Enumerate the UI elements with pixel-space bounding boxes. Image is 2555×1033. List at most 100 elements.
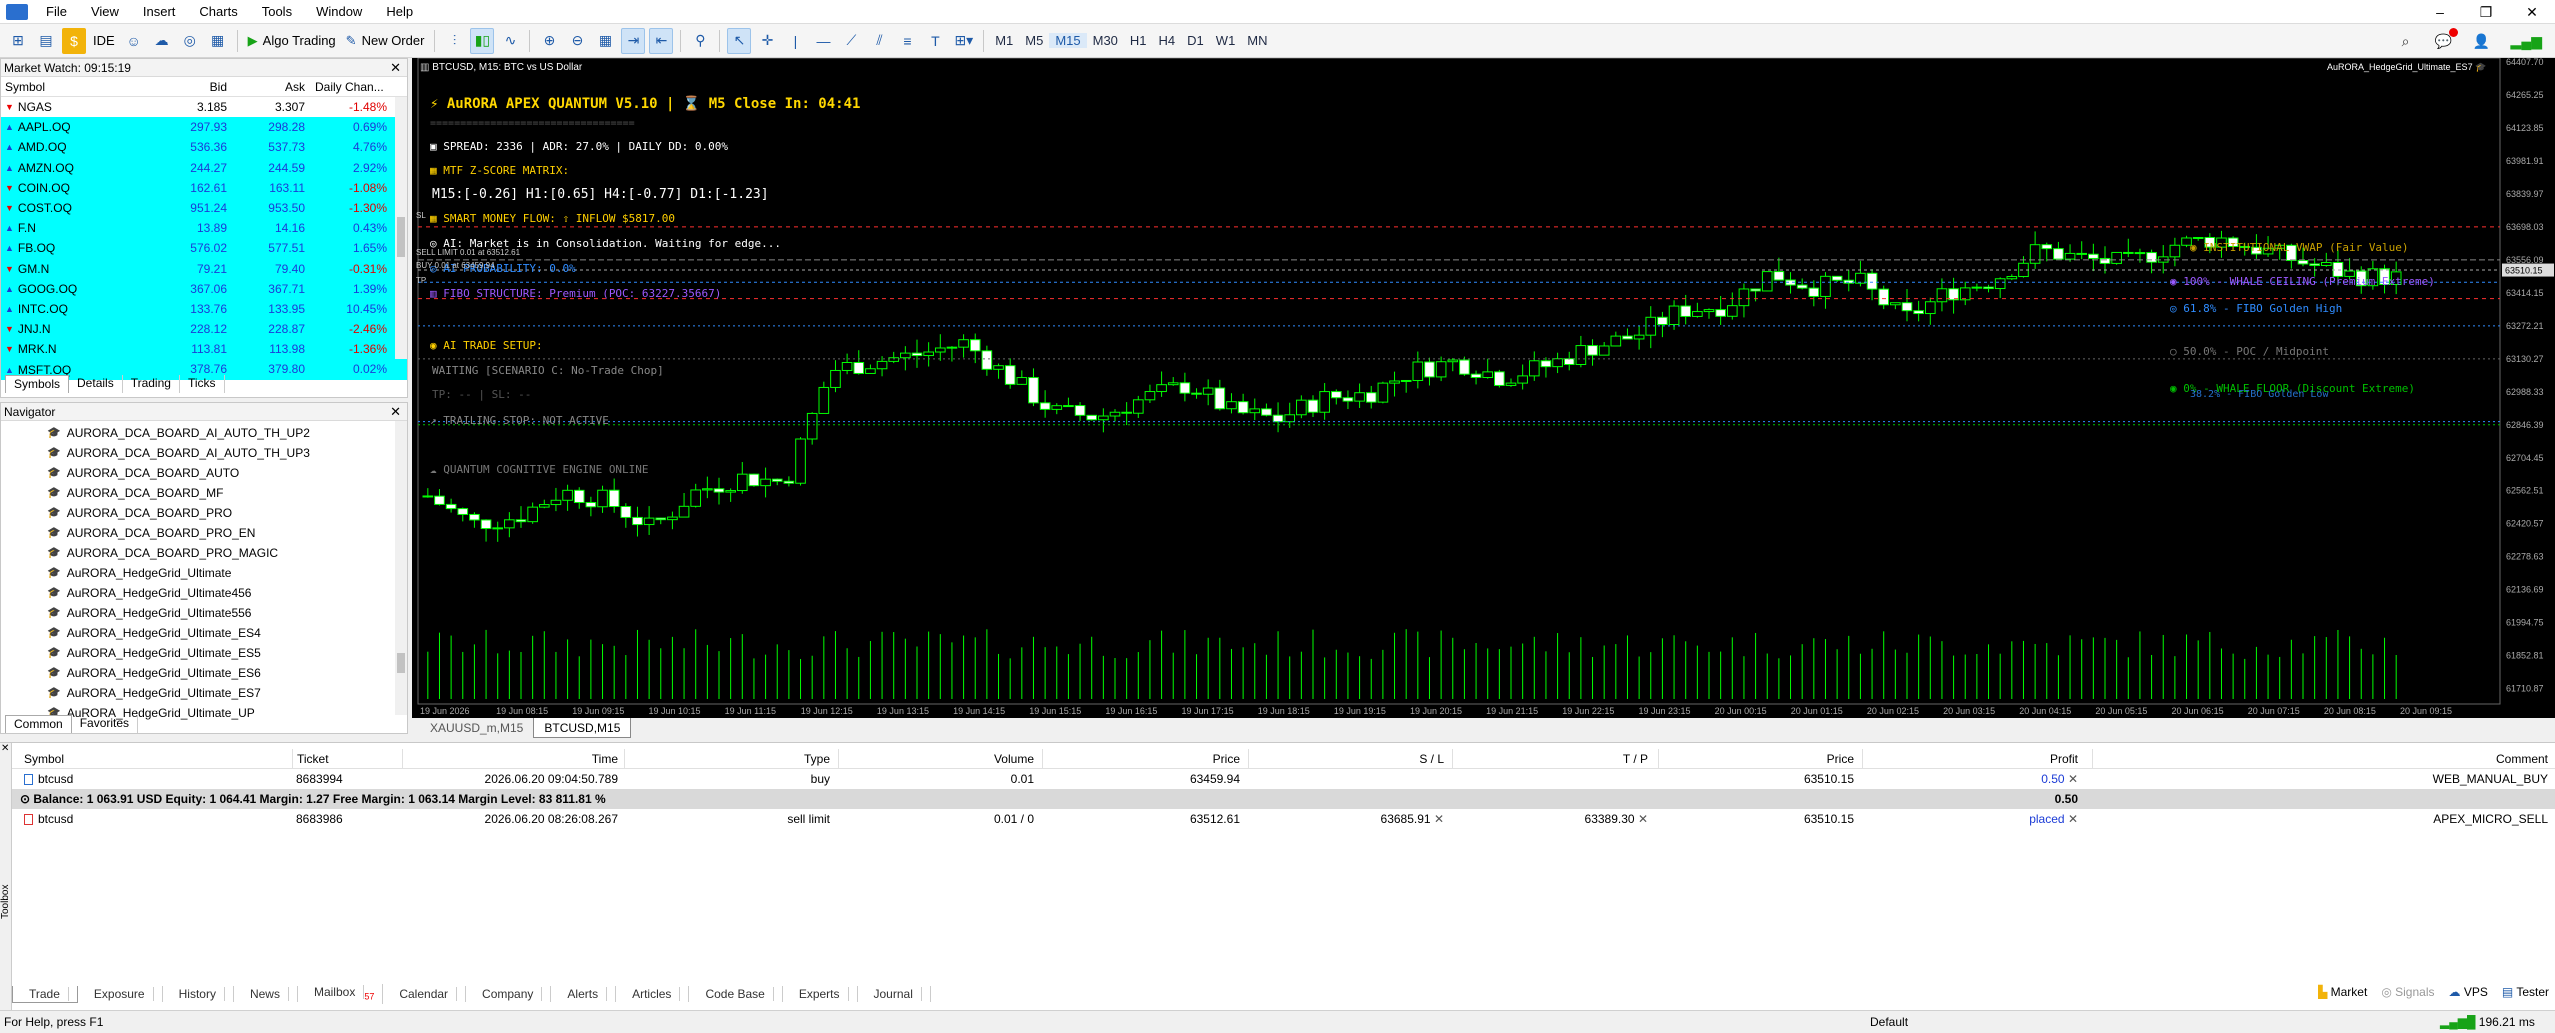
market-button[interactable]: ▙ Market (2318, 985, 2367, 999)
navigator-item[interactable]: 🎓 AURORA_DCA_BOARD_AUTO (1, 463, 407, 483)
search-icon[interactable]: ⌕ (2394, 28, 2418, 54)
menu-file[interactable]: File (34, 0, 79, 24)
navigator-item[interactable]: 🎓 AuRORA_HedgeGrid_Ultimate_ES4 (1, 623, 407, 643)
notifications-icon[interactable]: 💬 (2432, 28, 2458, 54)
toolbox-tab-articles[interactable]: Articles (616, 986, 690, 1002)
chart-shift-icon[interactable]: ⇤ (649, 27, 674, 54)
trade-col-header[interactable]: T / P (1452, 749, 1652, 769)
menu-charts[interactable]: Charts (187, 0, 249, 24)
navigator-item[interactable]: 🎓 AURORA_DCA_BOARD_MF (1, 483, 407, 503)
market-watch-scrollbar[interactable] (395, 97, 407, 359)
navigator-item[interactable]: 🎓 AuRORA_HedgeGrid_Ultimate456 (1, 583, 407, 603)
navigator-item[interactable]: 🎓 AuRORA_HedgeGrid_Ultimate_ES5 (1, 643, 407, 663)
toolbox-tab-news[interactable]: News (234, 986, 298, 1002)
market-icon[interactable]: $ (62, 27, 86, 54)
market-watch-row[interactable]: ▼ JNJ.N 228.12 228.87 -2.46% (1, 319, 407, 340)
algo-trading-button[interactable]: ▶ Algo Trading (245, 28, 339, 54)
signals-button[interactable]: ◎ Signals (2381, 985, 2434, 999)
toolbox-tab-exposure[interactable]: Exposure (78, 986, 163, 1002)
channel-icon[interactable]: ⫽ (867, 28, 891, 54)
cursor-icon[interactable]: ↖ (727, 27, 752, 54)
remove-icon[interactable]: ✕ (1638, 812, 1648, 826)
tf-h1[interactable]: H1 (1124, 33, 1153, 48)
trade-col-header[interactable]: Price (1658, 749, 1858, 769)
navigator-item[interactable]: 🎓 AuRORA_HedgeGrid_Ultimate556 (1, 603, 407, 623)
market-watch-row[interactable]: ▼ NGAS 3.185 3.307 -1.48% (1, 97, 407, 117)
tab-favorites[interactable]: Favorites (72, 715, 139, 733)
tf-m15[interactable]: M15 (1049, 33, 1087, 48)
ide-button[interactable]: IDE (90, 28, 118, 54)
toolbox-strip[interactable]: Toolbox ✕ (0, 743, 12, 1011)
col-bid[interactable]: Bid (156, 77, 231, 96)
horizontal-line-icon[interactable]: — (811, 28, 835, 54)
tab-common[interactable]: Common (5, 715, 72, 733)
community-icon[interactable]: ☺ (122, 28, 146, 54)
buy-label[interactable]: BUY 0.01 at 63459.94 (416, 261, 495, 270)
close-icon[interactable]: ✕ (390, 403, 401, 421)
market-watch-row[interactable]: ▲ AMD.OQ 536.36 537.73 4.76% (1, 137, 407, 158)
new-order-button[interactable]: ✎ New Order (343, 28, 428, 54)
bar-chart-icon[interactable]: ⫶ (442, 28, 466, 54)
minimize-icon[interactable]: – (2417, 0, 2463, 24)
market-watch-row[interactable]: ▲ INTC.OQ 133.76 133.95 10.45% (1, 298, 407, 320)
close-icon[interactable]: ✕ (2509, 0, 2555, 24)
menu-window[interactable]: Window (304, 0, 374, 24)
zoom-in-icon[interactable]: ⊕ (537, 28, 561, 54)
menu-help[interactable]: Help (374, 0, 425, 24)
navigator-item[interactable]: 🎓 AURORA_DCA_BOARD_PRO_MAGIC (1, 543, 407, 563)
toolbox-tab-experts[interactable]: Experts (783, 986, 858, 1002)
tester-button[interactable]: ▤ Tester (2502, 985, 2549, 999)
navigator-item[interactable]: 🎓 AURORA_DCA_BOARD_PRO (1, 503, 407, 523)
trade-col-header[interactable]: Ticket (292, 749, 402, 769)
toolbox-tab-company[interactable]: Company (466, 986, 552, 1002)
fibo-icon[interactable]: ≡ (895, 28, 919, 54)
trade-col-header[interactable]: Profit (1862, 749, 2082, 769)
tf-d1[interactable]: D1 (1181, 33, 1210, 48)
vertical-line-icon[interactable]: | (783, 28, 807, 54)
sell-limit-label[interactable]: SELL LIMIT 0.01 at 63512.61 (416, 248, 520, 257)
trendline-icon[interactable]: ⟋ (839, 28, 863, 54)
remove-icon[interactable]: ✕ (1434, 812, 1444, 826)
tf-m5[interactable]: M5 (1019, 33, 1049, 48)
chart-window[interactable]: 64407.70 64265.25 64123.85 63981.91 63839.97… (412, 58, 2555, 718)
market-watch-row[interactable]: ▲ AMZN.OQ 244.27 244.59 2.92% (1, 157, 407, 178)
close-position-icon[interactable]: ✕ (2068, 812, 2078, 826)
market-watch-row[interactable]: ▼ GM.N 79.21 79.40 -0.31% (1, 258, 407, 279)
tile-windows-icon[interactable]: ▦ (593, 28, 617, 54)
navigator-scrollbar[interactable] (395, 421, 407, 715)
navigator-item[interactable]: 🎓 AURORA_DCA_BOARD_AI_AUTO_TH_UP3 (1, 443, 407, 463)
autoscroll-icon[interactable]: ⇥ (621, 27, 646, 54)
navigator-item[interactable]: 🎓 AuRORA_HedgeGrid_Ultimate (1, 563, 407, 583)
trade-row[interactable]: btcusd 8683994 2026.06.20 09:04:50.789 buy 0… (12, 769, 2555, 789)
menu-tools[interactable]: Tools (250, 0, 304, 24)
chart-tab-xauusd[interactable]: XAUUSD_m,M15 (420, 718, 533, 738)
vps-button[interactable]: ☁ VPS (2448, 985, 2487, 999)
tp-label[interactable]: TP (416, 276, 426, 285)
market-watch-row[interactable]: ▲ FB.OQ 576.02 577.51 1.65% (1, 238, 407, 259)
toolbox-tab-code-base[interactable]: Code Base (689, 986, 783, 1002)
text-icon[interactable]: T (923, 28, 947, 54)
navigator-item[interactable]: 🎓 AuRORA_HedgeGrid_Ultimate_ES7 (1, 683, 407, 703)
tab-symbols[interactable]: Symbols (5, 375, 70, 393)
market-watch-row[interactable]: ▲ F.N 13.89 14.16 0.43% (1, 218, 407, 239)
trade-col-header[interactable]: Price (1042, 749, 1244, 769)
trade-col-header[interactable]: Comment (2092, 749, 2552, 769)
trade-col-header[interactable]: Time (402, 749, 622, 769)
sl-label[interactable]: SL (416, 211, 426, 220)
line-chart-icon[interactable]: ∿ (498, 28, 522, 54)
crosshair-icon[interactable]: ✛ (755, 28, 779, 54)
close-position-icon[interactable]: ✕ (2068, 772, 2078, 786)
market-watch-row[interactable]: ▲ GOOG.OQ 367.06 367.71 1.39% (1, 278, 407, 299)
navigator-item[interactable]: 🎓 AURORA_DCA_BOARD_PRO_EN (1, 523, 407, 543)
navigator-item[interactable]: 🎓 AuRORA_HedgeGrid_Ultimate_ES6 (1, 663, 407, 683)
toolbox-tab-trade[interactable]: Trade (12, 985, 78, 1003)
col-change[interactable]: Daily Chan... (309, 77, 391, 96)
tab-details[interactable]: Details (69, 375, 123, 393)
toolbox-tab-history[interactable]: History (163, 986, 234, 1002)
tab-trading[interactable]: Trading (123, 375, 180, 393)
col-ask[interactable]: Ask (231, 77, 309, 96)
market-watch-row[interactable]: ▲ AAPL.OQ 297.93 298.28 0.69% (1, 117, 407, 138)
toolbox-tab-alerts[interactable]: Alerts (551, 986, 617, 1002)
trade-col-header[interactable]: S / L (1248, 749, 1448, 769)
tf-w1[interactable]: W1 (1210, 33, 1242, 48)
